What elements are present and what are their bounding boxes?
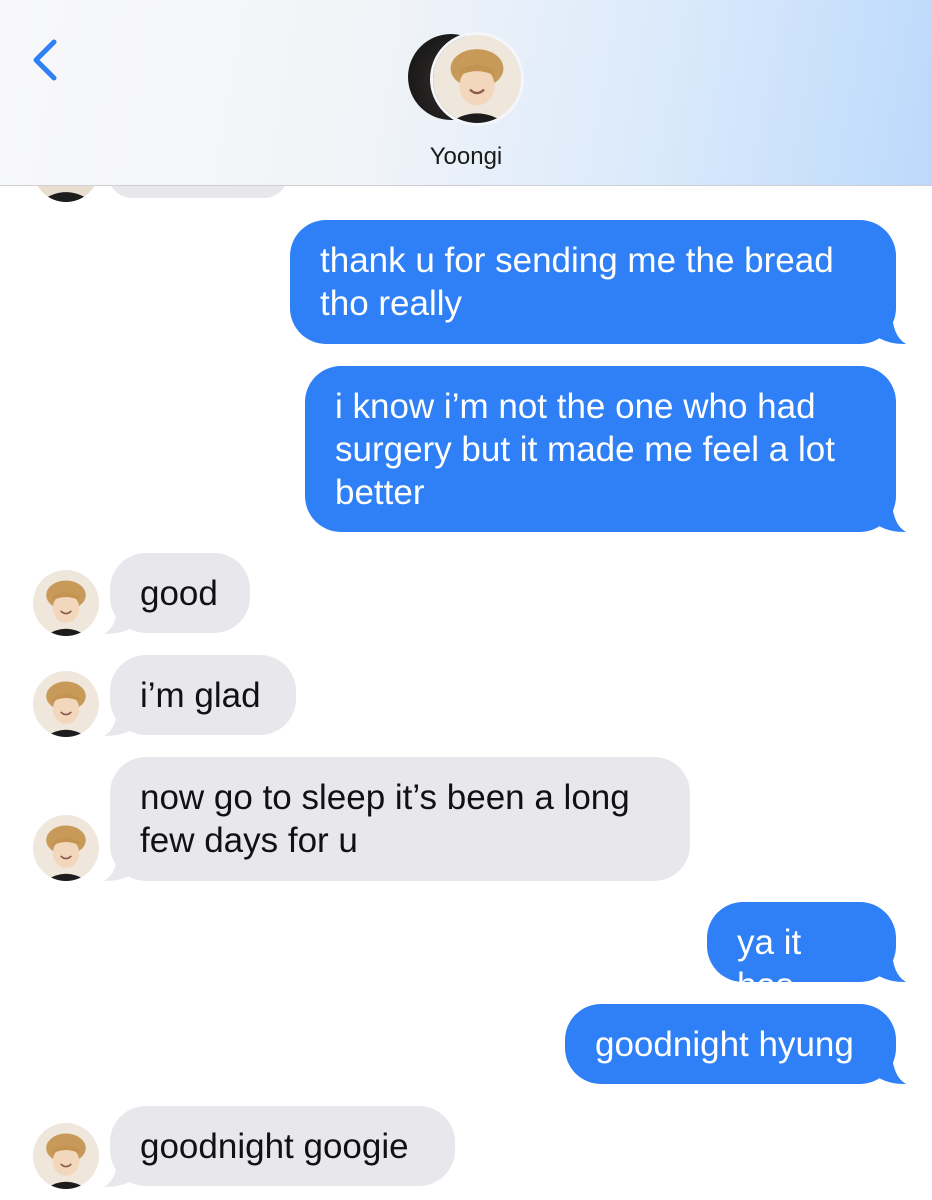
bubble-tail [104,847,138,881]
bubble-tail [872,310,906,344]
contact-avatar-small [33,815,99,881]
message-bubble-sent[interactable]: ya it has [707,902,896,1005]
contact-avatar-group[interactable] [408,32,526,128]
message-bubble-sent[interactable]: thank u for sending me the bread tho rea… [290,220,896,344]
message-bubble-sent[interactable]: i know i’m not the one who had surgery b… [305,366,896,532]
message-bubble-received[interactable]: now go to sleep it’s been a long few day… [110,757,690,881]
back-button[interactable] [26,36,66,84]
conversation-header: Yoongi [0,0,932,186]
bubble-tail [872,1050,906,1084]
message-bubble-sent[interactable]: goodnight hyung [565,1004,896,1084]
contact-avatar-small [33,671,99,737]
contact-avatar-small [33,1123,99,1189]
bubble-tail [872,948,906,982]
contact-avatar [430,32,524,126]
contact-avatar-small [33,570,99,636]
bubble-tail [104,1153,138,1187]
bubble-tail [872,498,906,532]
contact-name[interactable]: Yoongi [0,143,932,171]
bubble-tail [104,702,138,736]
bubble-tail [104,600,138,634]
message-bubble-received[interactable]: goodnight googie [110,1106,455,1186]
chevron-left-icon [33,39,57,81]
